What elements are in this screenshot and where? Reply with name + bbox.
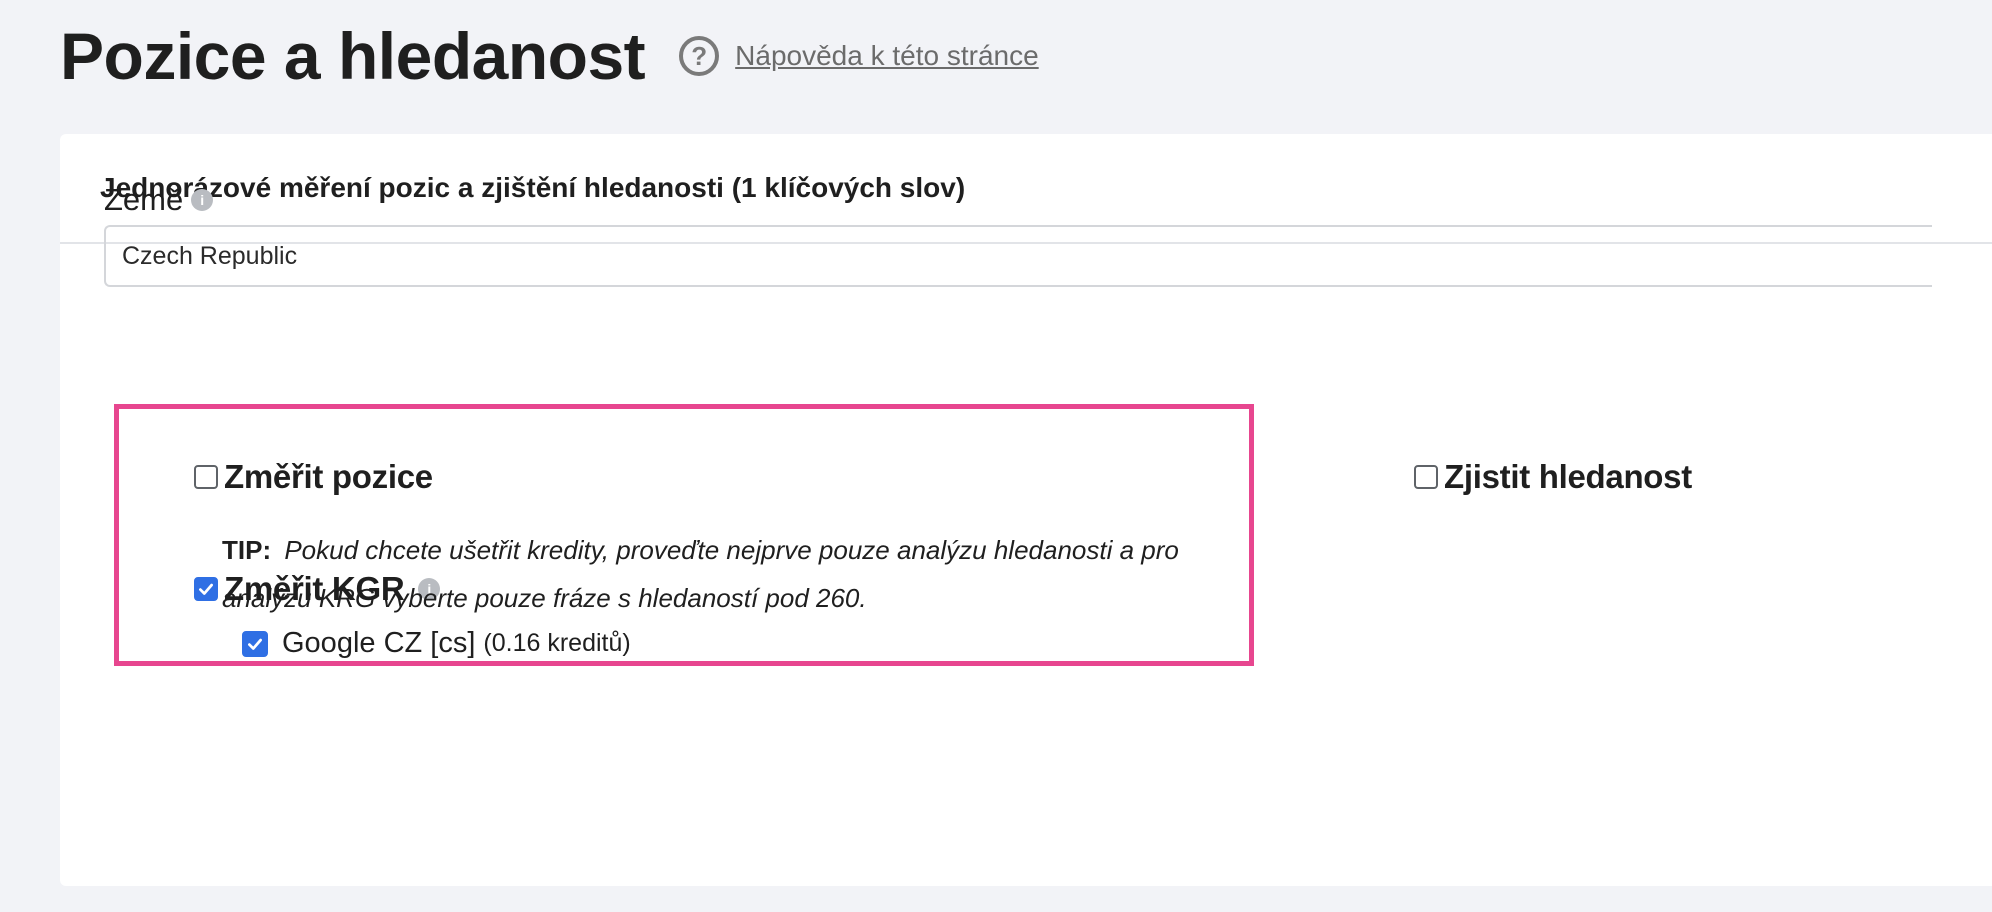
page-header: Pozice a hledanost ? Nápověda k této str… xyxy=(60,14,1039,98)
country-select[interactable]: Czech Republic xyxy=(104,225,1932,287)
card-title: Jednorázové měření pozic a zjištění hled… xyxy=(100,172,966,203)
country-label: Země i xyxy=(104,182,214,218)
country-label-text: Země xyxy=(104,182,184,217)
info-icon[interactable]: i xyxy=(191,189,214,211)
search-volume-checkbox[interactable] xyxy=(1414,465,1438,489)
help-question-icon[interactable]: ? xyxy=(679,36,720,76)
checkmark-icon xyxy=(248,638,262,650)
help-link[interactable]: Nápověda k této stránce xyxy=(735,40,1039,72)
search-volume-label[interactable]: Zjistit hledanost xyxy=(1444,458,1692,496)
page-title: Pozice a hledanost xyxy=(60,19,646,93)
tip-text: Pokud chcete ušetřit kredity, proveďte n… xyxy=(222,535,1179,613)
engine-label[interactable]: Google CZ [cs] xyxy=(282,627,475,660)
search-volume-row: Zjistit hledanost xyxy=(1414,458,1692,496)
kgr-tip: TIP: Pokud chcete ušetřit kredity, prove… xyxy=(222,526,1252,622)
checkmark-icon xyxy=(199,583,213,595)
kgr-checkbox[interactable] xyxy=(194,577,218,601)
engine-row: Google CZ [cs] (0.16 kreditů) xyxy=(242,627,631,660)
country-select-value: Czech Republic xyxy=(122,241,298,270)
tip-label: TIP: xyxy=(222,535,272,565)
engine-credits: (0.16 kreditů) xyxy=(483,629,631,657)
engine-checkbox[interactable] xyxy=(242,630,268,657)
